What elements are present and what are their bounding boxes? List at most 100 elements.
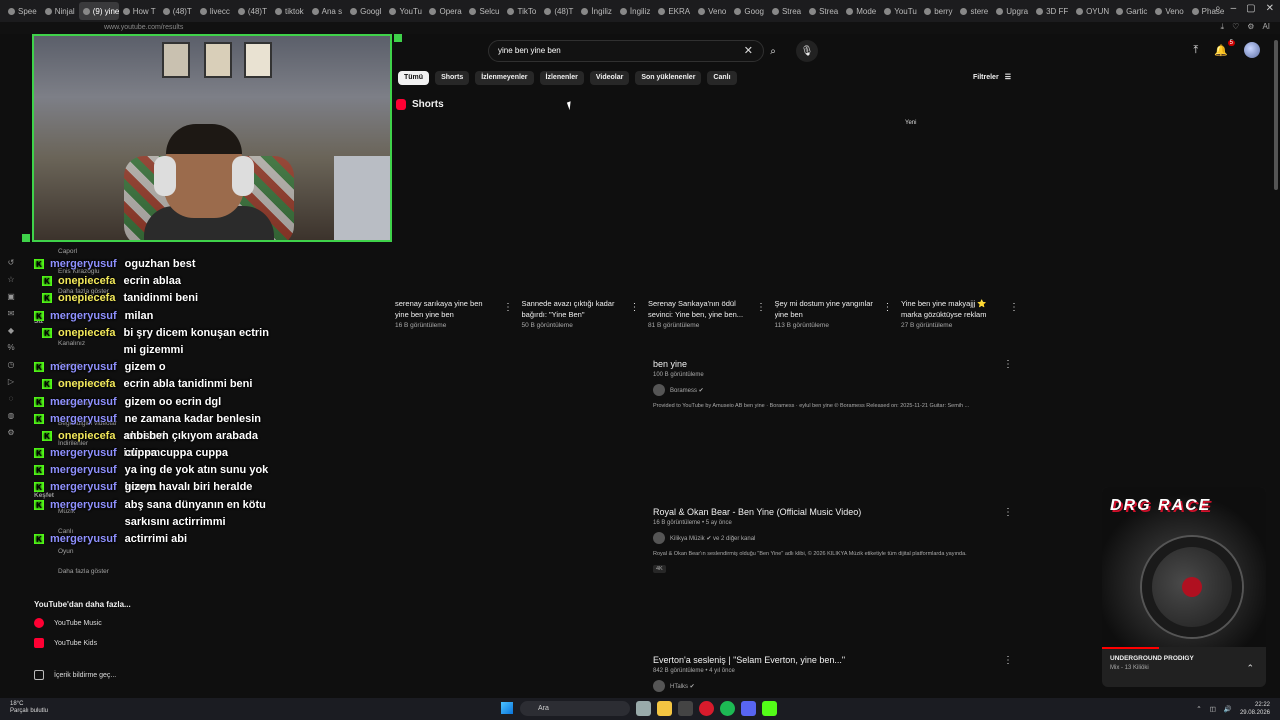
avatar[interactable]	[1244, 42, 1260, 58]
more-options-icon[interactable]: ⋮	[1003, 507, 1013, 518]
browser-tab[interactable]: Strea	[805, 2, 842, 20]
chat-username[interactable]: onepiecefa	[58, 290, 115, 307]
network-icon[interactable]: ◫	[1210, 705, 1216, 713]
download-icon[interactable]: ⤓	[1221, 22, 1225, 32]
search-tabs-icon[interactable]: ⌕	[1215, 3, 1221, 14]
chat-username[interactable]: mergeryusuf	[50, 462, 117, 479]
address-bar[interactable]: www.youtube.com/results	[0, 22, 1280, 34]
more-options-icon[interactable]: ⋮	[503, 302, 513, 313]
video-result[interactable]: ben yine 100 B görüntüleme Boramess ✔ Provi…	[653, 359, 1013, 409]
clear-search-icon[interactable]: ✕	[744, 41, 753, 61]
voice-search-button[interactable]: 🎙	[796, 40, 818, 62]
browser-tab[interactable]: tiktok	[271, 2, 308, 20]
clock-icon[interactable]: ◷	[8, 360, 15, 369]
taskbar-search[interactable]: Ara	[520, 701, 630, 716]
short-title[interactable]: Şey mi dostum yine yangınlar yine ben	[775, 298, 875, 320]
filter-chip[interactable]: İzlenmeyenler	[475, 71, 534, 85]
heart-icon[interactable]: ♡	[1232, 22, 1239, 32]
discord-icon[interactable]	[741, 701, 756, 716]
channel-avatar[interactable]	[653, 680, 665, 692]
history-icon[interactable]: ↺	[8, 258, 15, 267]
maximize-icon[interactable]: ▢	[1246, 3, 1255, 14]
filter-chip[interactable]: İzlenenler	[539, 71, 584, 85]
kick-icon[interactable]	[762, 701, 777, 716]
start-button[interactable]	[501, 702, 513, 714]
filter-chip[interactable]: Son yüklenenler	[635, 71, 702, 85]
short-title[interactable]: Sannede avazı çıktığı kadar bağırdı: "Yi…	[522, 298, 622, 320]
volume-icon[interactable]: 🔊	[1224, 705, 1232, 713]
browser-tab[interactable]: Upgra	[992, 2, 1032, 20]
browser-tab[interactable]: Opera	[425, 2, 465, 20]
twitch-icon[interactable]: ◆	[8, 326, 14, 335]
chat-username[interactable]: onepiecefa	[58, 273, 115, 290]
play-icon[interactable]: ▷	[8, 377, 14, 386]
browser-tab[interactable]: Ninjal	[41, 2, 79, 20]
channel-name[interactable]: Boramess ✔	[670, 387, 704, 394]
short-title[interactable]: serenay sarıkaya yine ben yine ben yine …	[395, 298, 495, 320]
browser-tab[interactable]: (48)T	[540, 2, 577, 20]
channel-avatar[interactable]	[653, 384, 665, 396]
browser-tab[interactable]: OYUN	[1072, 2, 1112, 20]
sidebar-item-youtube-kids[interactable]: YouTube Kids	[34, 638, 97, 648]
browser-tab[interactable]: İngiliz	[577, 2, 615, 20]
browser-tab[interactable]: Veno	[694, 2, 730, 20]
video-title[interactable]: Everton'a sesleniş | "Selam Everton, yin…	[653, 655, 1013, 665]
chat-icon[interactable]: ◍	[8, 411, 15, 420]
browser-tab[interactable]: Gartic	[1112, 2, 1151, 20]
browser-tab[interactable]: stere	[956, 2, 992, 20]
more-options-icon[interactable]: ⋮	[630, 302, 640, 313]
browser-tab[interactable]: YouTu	[880, 2, 920, 20]
search-button[interactable]: ⌕	[764, 40, 782, 62]
browser-tab[interactable]: YouTu	[385, 2, 425, 20]
sidebar-item[interactable]: Caporl	[58, 248, 77, 255]
sidebar-item[interactable]: Oyun	[58, 548, 74, 555]
chat-username[interactable]: onepiecefa	[58, 376, 115, 393]
short-card[interactable]: Sannede avazı çıktığı kadar bağırdı: "Yi…	[522, 298, 640, 329]
ai-button[interactable]: AI	[1262, 22, 1270, 32]
sidebar-item-report[interactable]: İçerik bildirme geç...	[34, 670, 116, 680]
browser-tab[interactable]: Selcu	[465, 2, 503, 20]
mail-icon[interactable]: ✉	[8, 309, 15, 318]
channel-row[interactable]: HTalks ✔	[653, 680, 1013, 692]
chat-username[interactable]: mergeryusuf	[50, 445, 117, 462]
short-card[interactable]: Şey mi dostum yine yangınlar yine ben 113…	[775, 298, 893, 329]
chat-username[interactable]: mergeryusuf	[50, 497, 117, 514]
channel-row[interactable]: Boramess ✔	[653, 384, 1013, 396]
filter-chip[interactable]: Tümü	[398, 71, 430, 85]
expand-chevron-icon[interactable]: ⌃	[1246, 663, 1254, 674]
short-card[interactable]: Yine ben yine makyajjj ⭐ marka gözüktüys…	[901, 298, 1019, 329]
percent-icon[interactable]: %	[7, 343, 14, 352]
more-options-icon[interactable]: ⋮	[1003, 359, 1013, 370]
browser-tab[interactable]: EKRA	[654, 2, 694, 20]
channel-name[interactable]: HTalks ✔	[670, 683, 695, 690]
channel-avatar[interactable]	[653, 532, 665, 544]
filter-chip[interactable]: Canlı	[707, 71, 737, 85]
browser-tab[interactable]: (48)T	[159, 2, 196, 20]
chat-username[interactable]: mergeryusuf	[50, 394, 117, 411]
store-icon[interactable]	[678, 701, 693, 716]
browser-tab[interactable]: İngiliz	[616, 2, 654, 20]
close-window-icon[interactable]: ✕	[1266, 3, 1274, 14]
chat-username[interactable]: onepiecefa	[58, 325, 115, 342]
video-title[interactable]: ben yine	[653, 359, 1013, 369]
short-card[interactable]: serenay sarıkaya yine ben yine ben yine …	[395, 298, 513, 329]
file-explorer-icon[interactable]	[657, 701, 672, 716]
chat-username[interactable]: mergeryusuf	[50, 308, 117, 325]
video-result[interactable]: Royal & Okan Bear - Ben Yine (Official M…	[653, 507, 1013, 575]
mini-player-thumbnail[interactable]: DRG RACE	[1102, 487, 1266, 647]
page-scrollbar[interactable]	[1274, 40, 1278, 190]
browser-tab[interactable]: (9) yine ben	[78, 2, 119, 20]
filter-chip[interactable]: Shorts	[435, 71, 470, 85]
more-options-icon[interactable]: ⋮	[1009, 302, 1019, 313]
chat-username[interactable]: mergeryusuf	[50, 411, 117, 428]
filter-chip[interactable]: Videolar	[589, 71, 630, 85]
browser-tab[interactable]: Spee	[4, 2, 41, 20]
notifications-button[interactable]: 🔔 5	[1214, 39, 1235, 57]
spotify-icon[interactable]	[720, 701, 735, 716]
channel-row[interactable]: Kilikya Müzik ✔ ve 2 diğer kanal	[653, 532, 1013, 544]
video-result[interactable]: Everton'a sesleniş | "Selam Everton, yin…	[653, 655, 1013, 692]
browser-tab[interactable]: berry	[920, 2, 956, 20]
chat-username[interactable]: mergeryusuf	[50, 359, 117, 376]
short-title[interactable]: Serenay Sarıkaya'nın ödül sevinci: Yine …	[648, 298, 748, 320]
browser-tab[interactable]: Ana s	[308, 2, 346, 20]
